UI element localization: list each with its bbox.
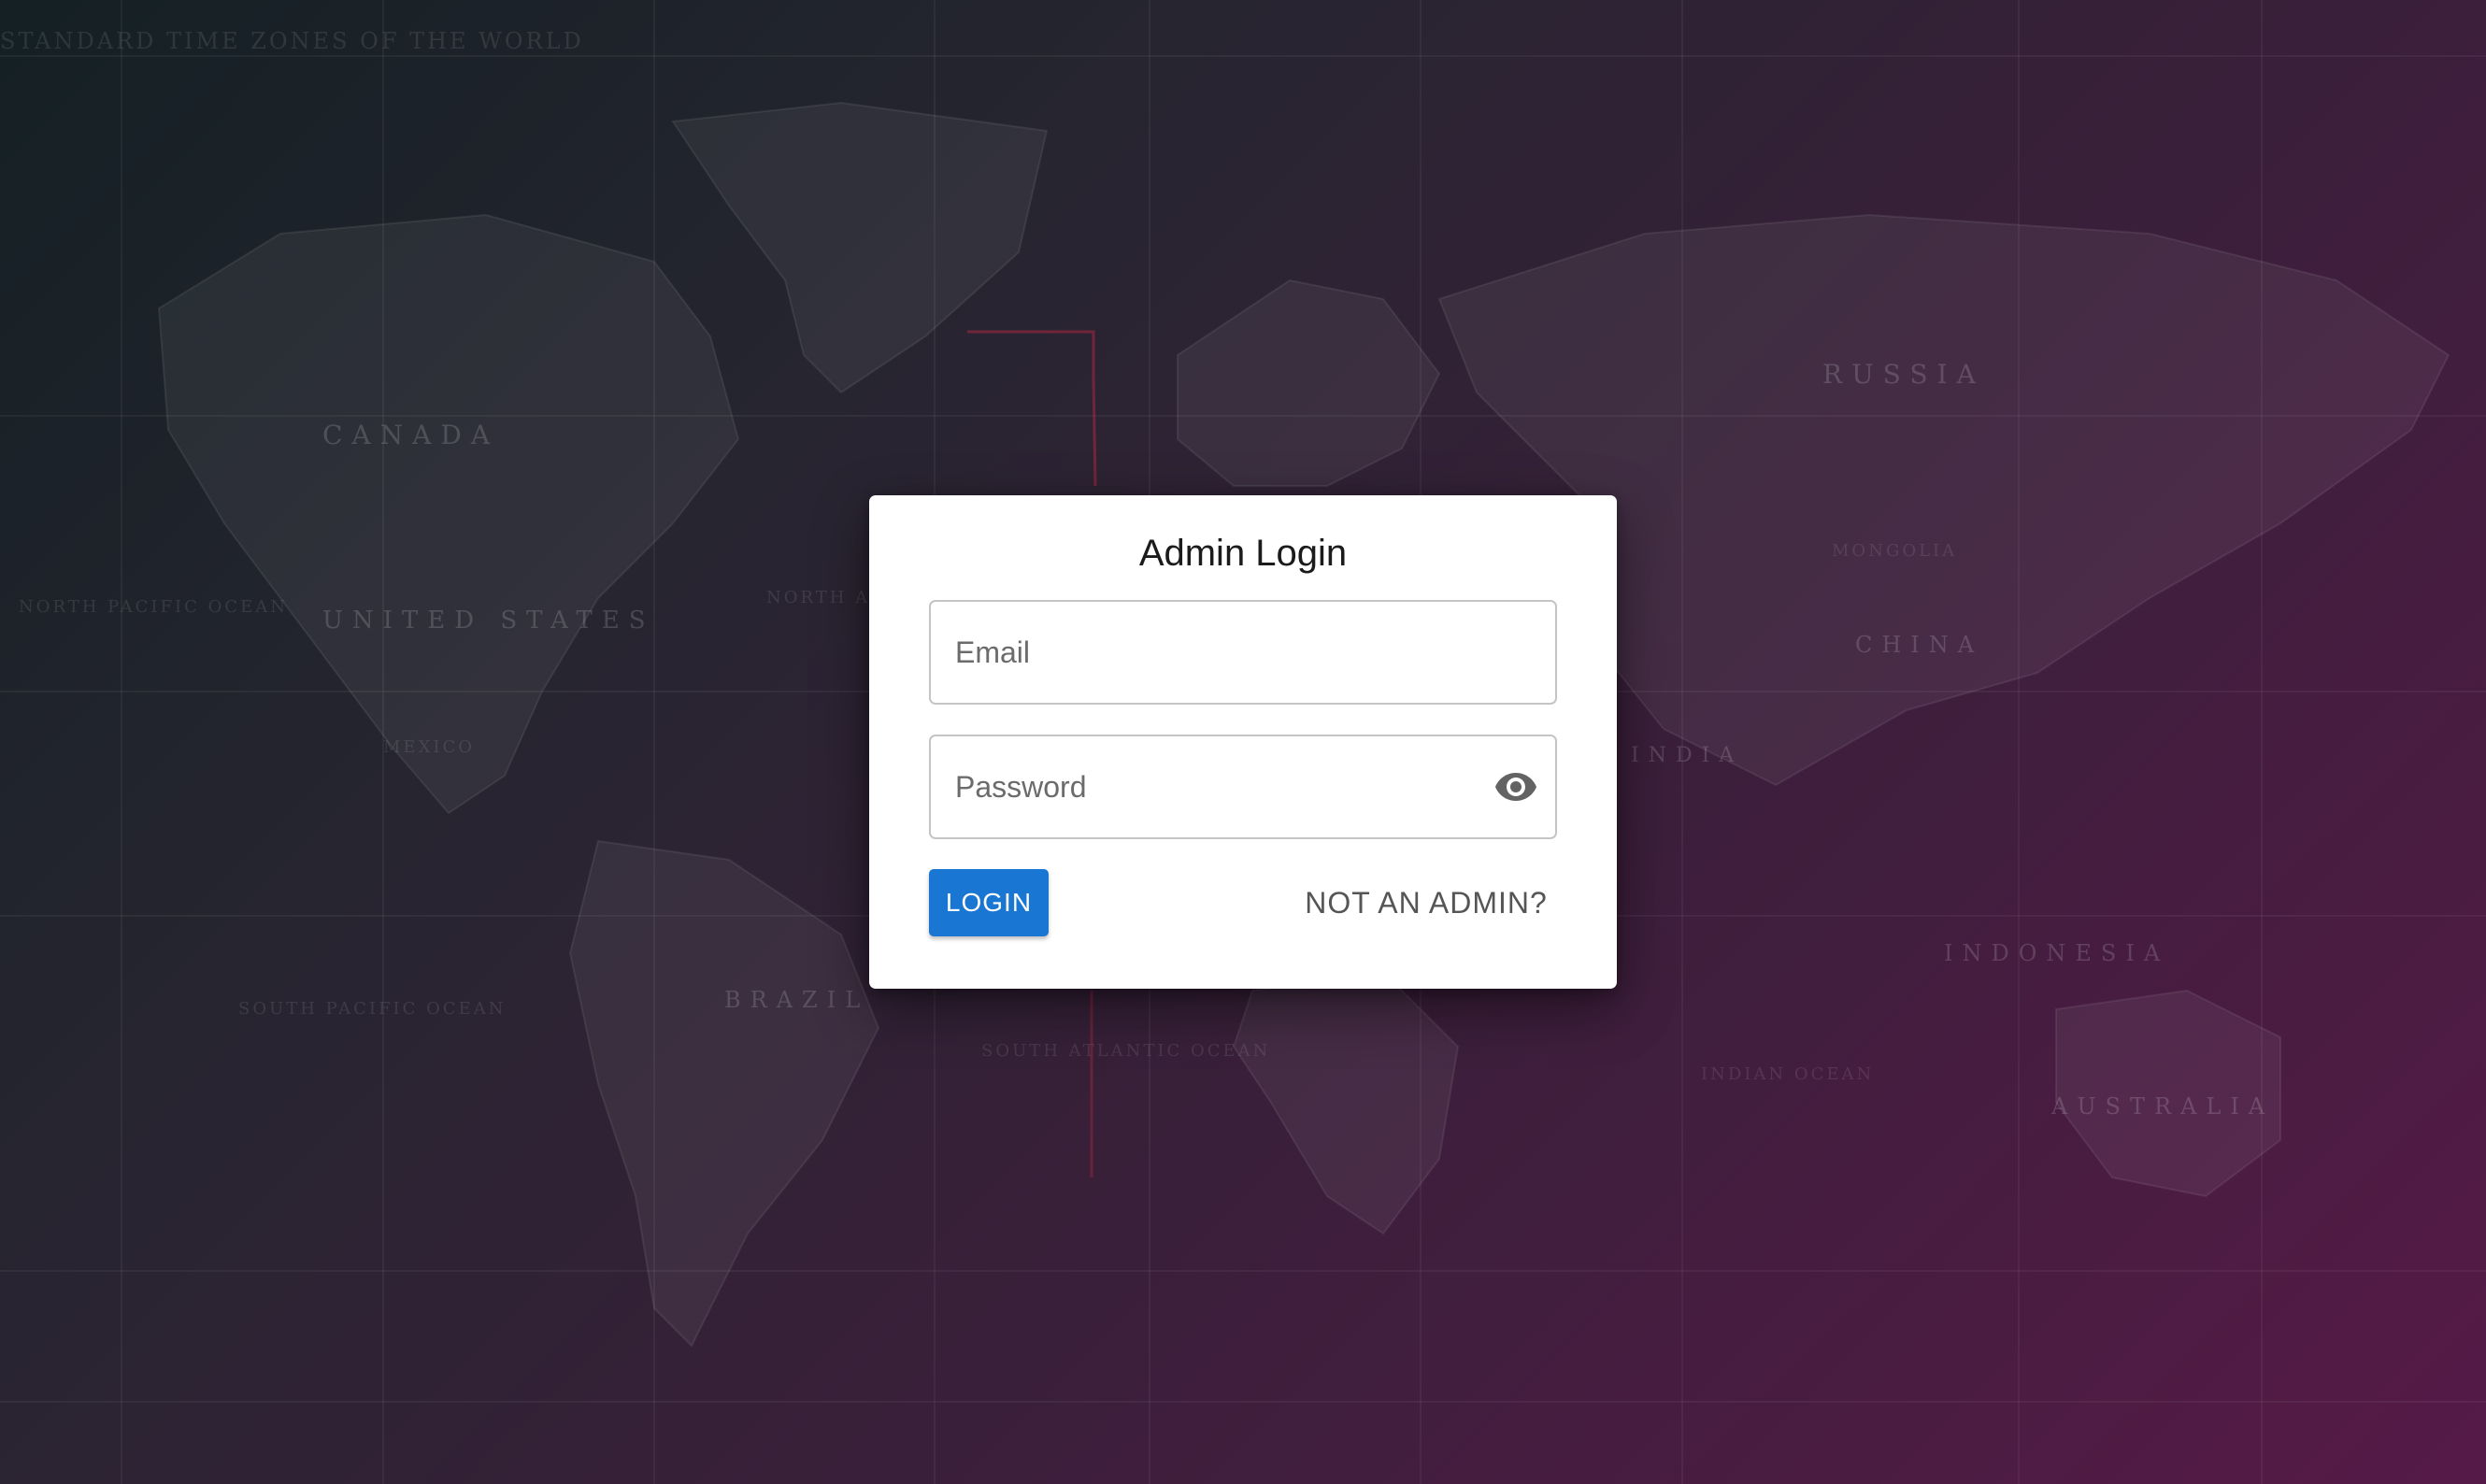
map-label-mexico: MEXICO bbox=[383, 737, 475, 757]
password-input[interactable] bbox=[955, 736, 1479, 837]
map-label-china: CHINA bbox=[1855, 632, 1983, 658]
map-label-south-atlantic-ocean: SOUTH ATLANTIC OCEAN bbox=[981, 1041, 1270, 1061]
not-an-admin-link[interactable]: NOT AN ADMIN? bbox=[1303, 869, 1550, 936]
map-label-indonesia: INDONESIA bbox=[1944, 940, 2169, 966]
login-button[interactable]: LOGIN bbox=[929, 869, 1049, 936]
map-label-united-states: UNITED STATES bbox=[322, 606, 655, 635]
eye-icon[interactable] bbox=[1493, 764, 1538, 809]
password-field[interactable] bbox=[929, 735, 1557, 839]
email-field[interactable] bbox=[929, 600, 1557, 705]
map-label-canada: CANADA bbox=[322, 420, 499, 450]
map-label-indian-ocean: INDIAN OCEAN bbox=[1701, 1064, 1874, 1084]
map-label-north-pacific-ocean: NORTH PACIFIC OCEAN bbox=[19, 597, 288, 617]
email-input[interactable] bbox=[955, 602, 1479, 703]
admin-login-card: Admin Login LOGIN NOT AN ADMIN? bbox=[869, 495, 1617, 989]
map-label-russia: RUSSIA bbox=[1822, 359, 1985, 390]
map-label-india: INDIA bbox=[1631, 744, 1743, 767]
map-label-south-pacific-ocean: SOUTH PACIFIC OCEAN bbox=[238, 999, 507, 1019]
map-label-mongolia: MONGOLIA bbox=[1832, 541, 1957, 561]
map-label-brazil: BRAZIL bbox=[724, 987, 869, 1013]
map-title: STANDARD TIME ZONES OF THE WORLD bbox=[0, 28, 584, 54]
map-label-australia: AUSTRALIA bbox=[2050, 1093, 2274, 1120]
login-title: Admin Login bbox=[1138, 533, 1348, 574]
